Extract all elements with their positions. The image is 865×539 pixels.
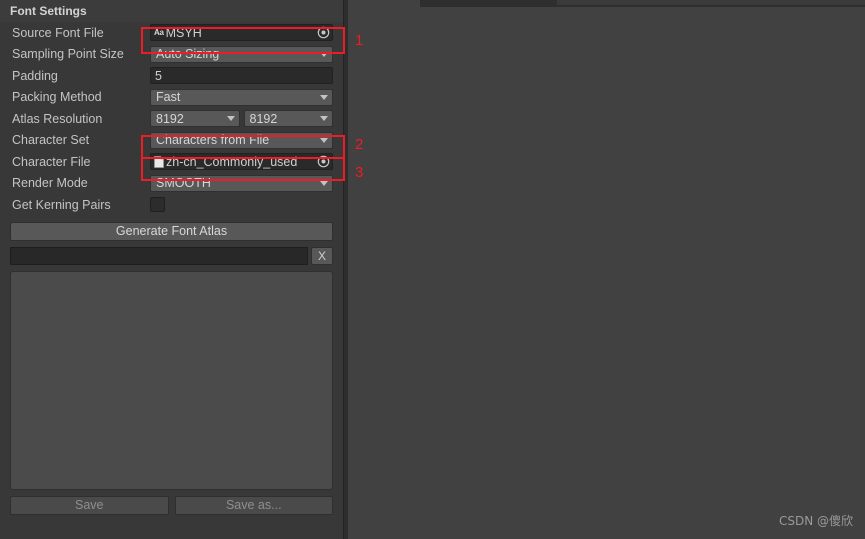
padding-input[interactable]: 5 xyxy=(150,67,333,85)
clear-button[interactable]: X xyxy=(311,246,333,265)
character-file-object-field[interactable]: zh-cn_Commonly_used xyxy=(150,153,333,171)
font-settings-panel: Font Settings Source Font File Aa MSYH S… xyxy=(0,0,344,539)
field-padding: 5 xyxy=(150,67,333,85)
row-sampling-point-size: Sampling Point Size Auto Sizing xyxy=(10,44,333,66)
annotation-number-3: 3 xyxy=(355,164,364,181)
row-source-font-file: Source Font File Aa MSYH xyxy=(10,22,333,44)
save-as-button[interactable]: Save as... xyxy=(174,495,333,515)
sampling-point-size-dropdown[interactable]: Auto Sizing xyxy=(150,45,333,63)
object-picker-icon[interactable] xyxy=(316,25,331,41)
generate-button-wrap: Generate Font Atlas xyxy=(0,216,343,241)
chevron-down-icon xyxy=(320,116,328,122)
field-sampling-point-size: Auto Sizing xyxy=(150,45,333,63)
label-render-mode: Render Mode xyxy=(12,176,88,191)
label-get-kerning-pairs: Get Kerning Pairs xyxy=(12,197,111,212)
settings-field-list: Source Font File Aa MSYH Sampling Point … xyxy=(0,22,343,216)
label-sampling-point-size: Sampling Point Size xyxy=(12,47,124,62)
watermark: CSDN @傻欣 xyxy=(778,514,853,528)
row-render-mode: Render Mode SMOOTH xyxy=(10,173,333,195)
label-source-font-file: Source Font File xyxy=(12,25,104,40)
field-source-font-file: Aa MSYH xyxy=(150,24,333,42)
chevron-down-icon xyxy=(320,94,328,100)
annotation-number-2: 2 xyxy=(355,136,364,153)
field-character-file: zh-cn_Commonly_used xyxy=(150,153,333,171)
field-atlas-resolution: 8192 8192 xyxy=(150,110,333,128)
atlas-height-dropdown[interactable]: 8192 xyxy=(243,110,333,128)
packing-method-value: Fast xyxy=(156,90,181,105)
output-textarea-wrap xyxy=(0,265,343,490)
font-atlas-preview-area[interactable] xyxy=(10,270,333,490)
row-padding: Padding 5 xyxy=(10,65,333,87)
character-set-value: Characters from File xyxy=(156,133,270,148)
chevron-down-icon xyxy=(320,137,328,143)
generation-progress-bar xyxy=(10,246,308,265)
panel-divider[interactable] xyxy=(344,0,348,539)
unity-editor-background: Font Settings Source Font File Aa MSYH S… xyxy=(0,0,865,539)
save-button-row: Save Save as... xyxy=(0,490,343,515)
row-character-file: Character File zh-cn_Commonly_used xyxy=(10,151,333,173)
character-file-value: zh-cn_Commonly_used xyxy=(166,154,298,169)
row-packing-method: Packing Method Fast xyxy=(10,87,333,109)
progress-row: X xyxy=(0,241,343,265)
field-render-mode: SMOOTH xyxy=(150,174,333,192)
get-kerning-pairs-checkbox[interactable] xyxy=(150,197,165,213)
text-file-icon xyxy=(154,155,164,168)
save-button[interactable]: Save xyxy=(10,495,169,515)
row-atlas-resolution: Atlas Resolution 8192 8192 xyxy=(10,108,333,130)
object-picker-icon[interactable] xyxy=(316,154,331,170)
label-character-set: Character Set xyxy=(12,133,90,148)
label-padding: Padding xyxy=(12,68,58,83)
panel-title: Font Settings xyxy=(0,0,343,22)
annotation-number-1: 1 xyxy=(355,32,364,49)
source-font-file-object-field[interactable]: Aa MSYH xyxy=(150,24,333,42)
character-set-dropdown[interactable]: Characters from File xyxy=(150,131,333,149)
field-character-set: Characters from File xyxy=(150,131,333,149)
label-character-file: Character File xyxy=(12,154,91,169)
atlas-height-value: 8192 xyxy=(249,111,278,126)
row-character-set: Character Set Characters from File xyxy=(10,130,333,152)
source-font-file-value: MSYH xyxy=(165,25,202,40)
row-get-kerning-pairs: Get Kerning Pairs xyxy=(10,194,333,216)
chevron-down-icon xyxy=(226,116,235,122)
field-get-kerning-pairs xyxy=(150,197,333,213)
chevron-down-icon xyxy=(320,180,328,186)
font-aa-icon: Aa xyxy=(154,28,164,38)
generate-font-atlas-button[interactable]: Generate Font Atlas xyxy=(10,221,333,241)
chevron-down-icon xyxy=(320,51,328,57)
atlas-width-dropdown[interactable]: 8192 xyxy=(150,110,240,128)
field-packing-method: Fast xyxy=(150,88,333,106)
toolbar-strip-edge-secondary xyxy=(557,0,865,5)
packing-method-dropdown[interactable]: Fast xyxy=(150,88,333,106)
label-atlas-resolution: Atlas Resolution xyxy=(12,111,103,126)
sampling-point-size-value: Auto Sizing xyxy=(156,47,220,62)
render-mode-dropdown[interactable]: SMOOTH xyxy=(150,174,333,192)
label-packing-method: Packing Method xyxy=(12,90,102,105)
atlas-width-value: 8192 xyxy=(156,111,184,126)
render-mode-value: SMOOTH xyxy=(156,176,211,191)
